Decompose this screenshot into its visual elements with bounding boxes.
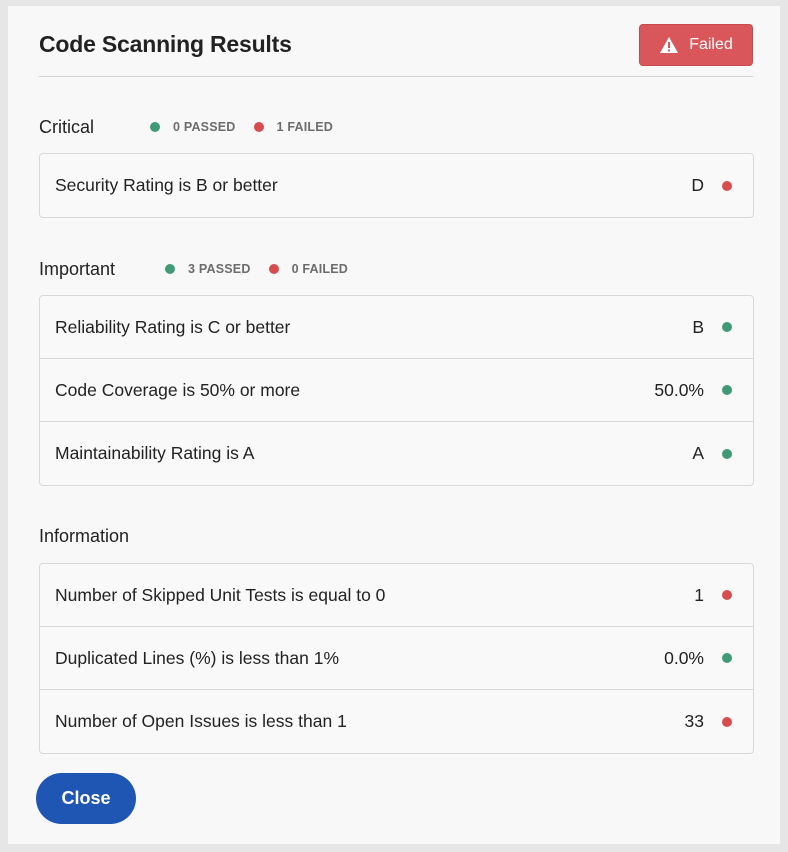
section-critical-title: Critical bbox=[39, 116, 95, 137]
fail-dot-icon bbox=[253, 122, 264, 132]
dialog-title: Code Scanning Results bbox=[39, 31, 292, 57]
pass-status-icon bbox=[722, 385, 732, 395]
check-value: D bbox=[691, 175, 704, 195]
check-row: Duplicated Lines (%) is less than 1% 0.0… bbox=[40, 627, 753, 690]
check-label: Number of Open Issues is less than 1 bbox=[55, 711, 347, 731]
status-badge-label: Failed bbox=[689, 36, 733, 53]
pass-dot-icon bbox=[165, 264, 176, 274]
section-information-title: Information bbox=[39, 525, 130, 546]
check-value: 33 bbox=[684, 711, 704, 731]
check-label: Number of Skipped Unit Tests is equal to… bbox=[55, 584, 386, 605]
fail-status-icon bbox=[722, 716, 732, 727]
passed-count-label: 0 PASSED bbox=[173, 120, 236, 134]
critical-card: Security Rating is B or better D bbox=[39, 153, 754, 218]
check-row: Number of Open Issues is less than 1 33 bbox=[40, 690, 753, 753]
information-card: Number of Skipped Unit Tests is equal to… bbox=[39, 563, 754, 754]
passed-count: 3 PASSED bbox=[165, 262, 251, 276]
section-important: Important 3 PASSED 0 FAILED Reliability … bbox=[39, 256, 754, 486]
check-value: 1 bbox=[694, 584, 704, 605]
close-button[interactable]: Close bbox=[36, 773, 136, 824]
check-row: Number of Skipped Unit Tests is equal to… bbox=[40, 564, 753, 627]
check-label: Code Coverage is 50% or more bbox=[55, 379, 301, 400]
section-critical-header: Critical 0 PASSED 1 FAILED bbox=[39, 114, 754, 140]
code-scanning-dialog: Code Scanning Results Failed Critical 0 … bbox=[8, 6, 780, 844]
check-value: 0.0% bbox=[664, 647, 704, 668]
failed-count-label: 0 FAILED bbox=[291, 262, 349, 276]
section-important-title: Important bbox=[39, 258, 116, 279]
failed-count-label: 1 FAILED bbox=[276, 120, 334, 134]
passed-count-label: 3 PASSED bbox=[188, 262, 251, 276]
check-row: Maintainability Rating is A A bbox=[40, 422, 753, 485]
section-information-header: Information bbox=[39, 523, 754, 549]
pass-status-icon bbox=[722, 448, 732, 459]
pass-dot-icon bbox=[150, 122, 161, 132]
check-value: A bbox=[692, 443, 704, 463]
fail-status-icon bbox=[722, 180, 732, 191]
check-row: Reliability Rating is C or better B bbox=[40, 296, 753, 359]
failed-count: 0 FAILED bbox=[268, 262, 349, 276]
pass-status-icon bbox=[722, 322, 732, 332]
passed-count: 0 PASSED bbox=[150, 120, 236, 134]
check-label: Reliability Rating is C or better bbox=[55, 316, 291, 337]
section-critical: Critical 0 PASSED 1 FAILED Security Rati… bbox=[39, 114, 754, 218]
check-label: Maintainability Rating is A bbox=[55, 443, 255, 463]
dialog-header: Code Scanning Results Failed bbox=[39, 6, 753, 77]
status-badge: Failed bbox=[639, 24, 753, 66]
fail-dot-icon bbox=[268, 264, 279, 274]
pass-status-icon bbox=[722, 653, 732, 663]
check-row: Security Rating is B or better D bbox=[40, 154, 753, 217]
section-important-header: Important 3 PASSED 0 FAILED bbox=[39, 256, 754, 282]
section-information: Information Number of Skipped Unit Tests… bbox=[39, 523, 754, 754]
check-value: 50.0% bbox=[654, 379, 704, 400]
warning-icon bbox=[659, 36, 679, 54]
important-card: Reliability Rating is C or better B Code… bbox=[39, 295, 754, 486]
check-label: Duplicated Lines (%) is less than 1% bbox=[55, 647, 340, 668]
failed-count: 1 FAILED bbox=[253, 120, 334, 134]
check-row: Code Coverage is 50% or more 50.0% bbox=[40, 359, 753, 422]
check-value: B bbox=[692, 316, 704, 337]
check-label: Security Rating is B or better bbox=[55, 175, 278, 195]
fail-status-icon bbox=[722, 590, 732, 600]
